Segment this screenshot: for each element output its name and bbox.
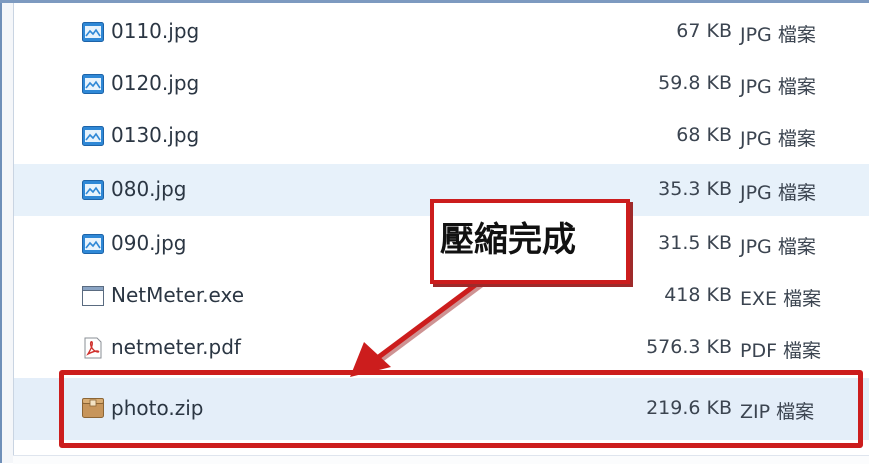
annotation-callout-text: 壓縮完成: [440, 220, 576, 260]
annotation-highlight-box: [59, 370, 863, 448]
